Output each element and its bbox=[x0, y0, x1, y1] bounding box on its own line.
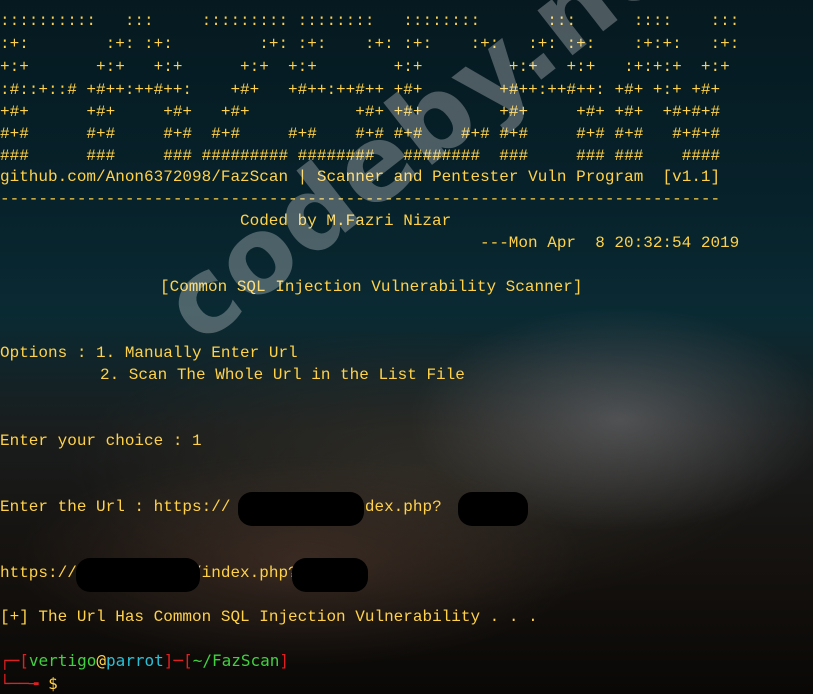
prompt-bracket-open: ┌─[ bbox=[0, 651, 29, 670]
prompt-path: ~/FazScan bbox=[192, 651, 280, 670]
shell-prompt-line-1: ┌─[vertigo@parrot]─[~/FazScan] bbox=[0, 650, 289, 672]
github-line: github.com/Anon6372098/FazScan | Scanner… bbox=[0, 168, 721, 186]
result-line: [+] The Url Has Common SQL Injection Vul… bbox=[0, 608, 538, 626]
options-line-1: Options : 1. Manually Enter Url bbox=[0, 344, 298, 362]
prompt-at: @ bbox=[96, 651, 106, 670]
prompt-host: parrot bbox=[105, 651, 164, 670]
terminal-window[interactable]: :::::::::: ::: ::::::::: :::::::: ::::::… bbox=[0, 0, 813, 694]
date-line: ---Mon Apr 8 20:32:54 2019 bbox=[480, 234, 740, 252]
coded-by-line: Coded by M.Fazri Nizar bbox=[240, 212, 452, 230]
enter-url-line: Enter the Url : https:// index.php? bbox=[0, 498, 442, 516]
choice-line: Enter your choice : 1 bbox=[0, 432, 202, 450]
redaction-mark bbox=[238, 492, 364, 526]
banner-line-2: :+: :+: :+: :+: :+: :+: :+: :+: :+: :+: … bbox=[0, 35, 740, 53]
text-cursor[interactable] bbox=[58, 672, 67, 689]
banner-line-4: :#::+::# +#++:++#++: +#+ +#++:++#++ +#+ … bbox=[0, 81, 721, 99]
separator-line: ----------------------------------------… bbox=[0, 190, 721, 208]
banner-line-5: +#+ +#+ +#+ +#+ +#+ +#+ +#+ +#+ +#+ +#+#… bbox=[0, 103, 721, 121]
banner-line-6: #+# #+# #+# #+# #+# #+# #+# #+# #+# #+# … bbox=[0, 125, 721, 143]
banner-line-7: ### ### ### ######### ######## ######## … bbox=[0, 147, 721, 165]
prompt-separator: ]─[ bbox=[163, 651, 193, 670]
options-line-2: 2. Scan The Whole Url in the List File bbox=[100, 366, 465, 384]
prompt-corner: └──╼ bbox=[0, 674, 49, 693]
banner-line-1: :::::::::: ::: ::::::::: :::::::: ::::::… bbox=[0, 12, 740, 30]
redaction-mark bbox=[76, 558, 200, 592]
redaction-mark bbox=[292, 558, 368, 592]
prompt-dollar: $ bbox=[48, 674, 58, 693]
scanner-title: [Common SQL Injection Vulnerability Scan… bbox=[160, 278, 583, 296]
prompt-bracket-close: ] bbox=[279, 651, 290, 670]
redaction-mark bbox=[458, 492, 528, 526]
shell-prompt-line-2[interactable]: └──╼ $ bbox=[0, 672, 67, 694]
banner-line-3: +:+ +:+ +:+ +:+ +:+ +:+ +:+ +:+ :+:+:+ +… bbox=[0, 58, 730, 76]
prompt-user: vertigo bbox=[28, 651, 97, 670]
